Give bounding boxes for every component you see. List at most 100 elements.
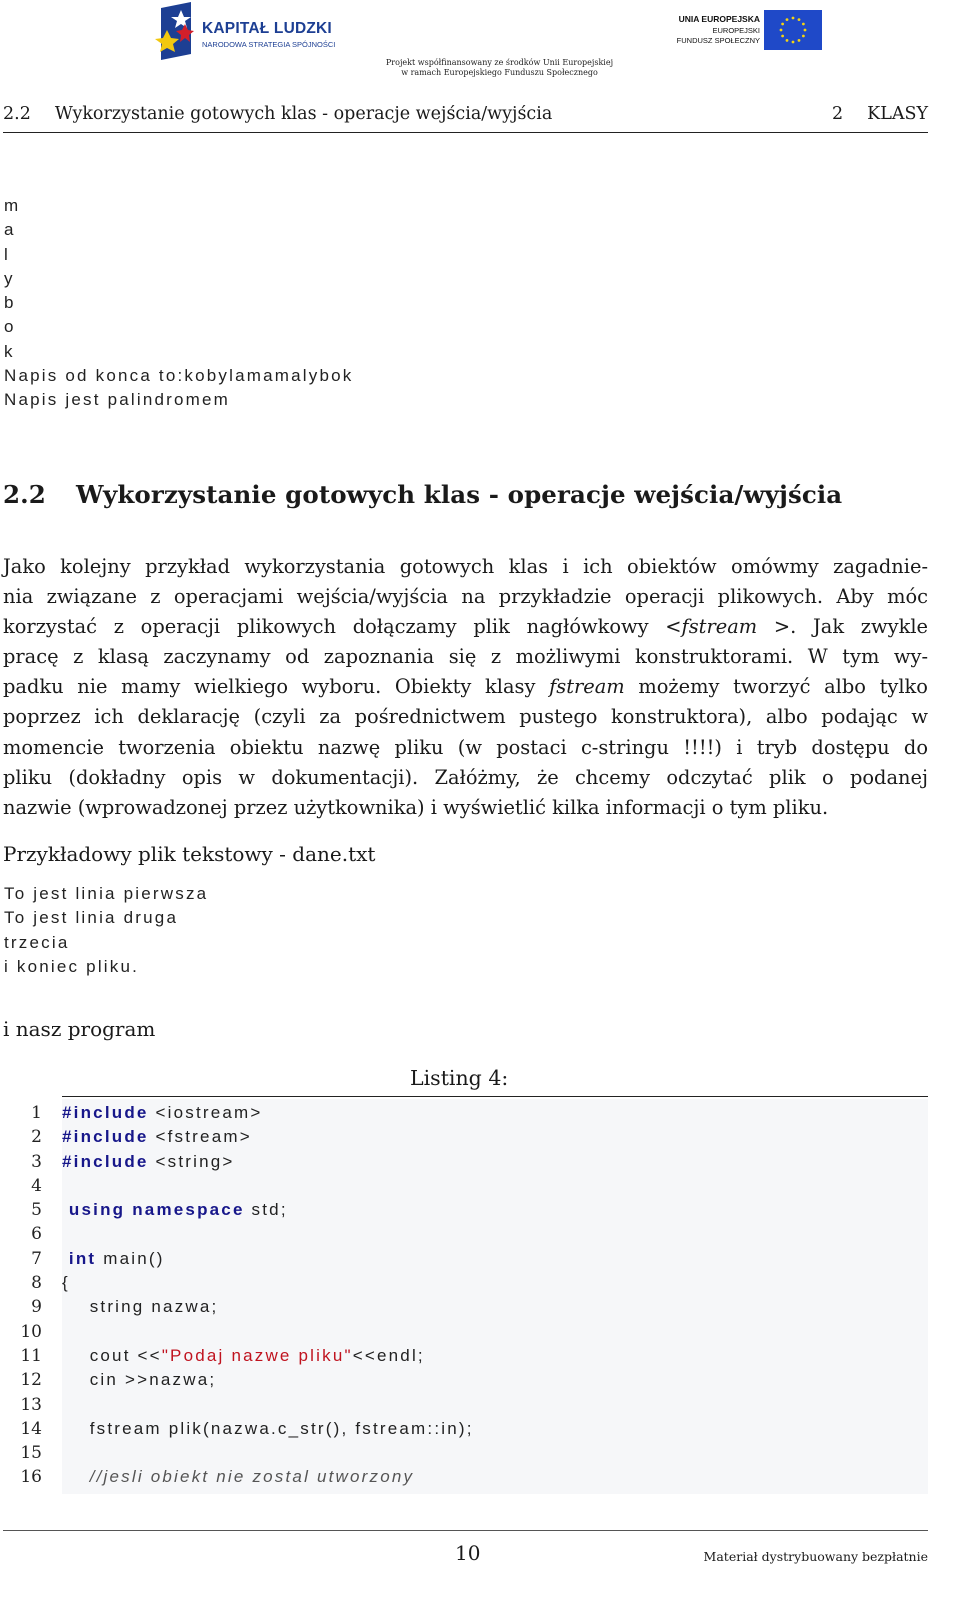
code-keyword: #include <box>62 1103 149 1122</box>
eu-star-icon <box>791 16 795 20</box>
running-header-section-number: 2.2 <box>3 104 31 124</box>
code-text: cin >>nazwa; <box>62 1368 216 1392</box>
line-number: 8 <box>31 1273 42 1294</box>
code-text: #include <fstream> <box>62 1125 252 1149</box>
eu-star-icon <box>803 28 807 32</box>
code-token: std; <box>244 1200 288 1220</box>
footer-rule <box>3 1530 928 1532</box>
cofinancing-note: Projekt współfinansowany ze środków Unii… <box>372 58 627 78</box>
code-line: 1 #include <iostream> <box>0 1101 930 1125</box>
code-string: "Podaj nazwe pliku" <box>161 1345 353 1365</box>
line-number: 16 <box>20 1467 42 1488</box>
kapital-ludzki-subtitle: NARODOWA STRATEGIA SPÓJNOŚCI <box>202 40 336 49</box>
line-number: 9 <box>31 1297 42 1318</box>
code-text: string nazwa; <box>62 1295 218 1319</box>
cofinancing-line: Projekt współfinansowany ze środków Unii… <box>385 58 614 67</box>
footer-note: Materiał dystrybuowany bezpłatnie <box>703 1549 928 1564</box>
code-line: 10 <box>0 1320 930 1344</box>
kapital-ludzki-title: KAPITAŁ LUDZKI <box>202 20 332 37</box>
eu-star-icon <box>785 38 789 42</box>
paragraph-line: pliku (dokładny opis w dokumentacji). Za… <box>3 765 928 789</box>
paragraph-line: pracę z klasą zaczynamy od zapoznania si… <box>3 645 928 669</box>
listing-top-rule <box>62 1096 928 1098</box>
paragraph-line: nazwie (wprowadzonej przez użytkownika) … <box>3 795 829 819</box>
eu-logo-line2: EUROPEJSKI <box>712 26 760 35</box>
eu-star-icon <box>781 34 785 38</box>
code-line: 8{ <box>0 1271 930 1295</box>
output-line: y <box>4 268 15 288</box>
line-number: 3 <box>31 1151 42 1172</box>
kapital-ludzki-logo: KAPITAŁ LUDZKI NARODOWA STRATEGIA SPÓJNO… <box>155 2 360 62</box>
eu-flag-icon <box>764 10 822 50</box>
code-token: { <box>62 1273 70 1293</box>
listing-caption: Listing 4: <box>410 1066 509 1090</box>
line-number: 15 <box>20 1443 42 1464</box>
section-heading: 2.2 Wykorzystanie gotowych klas - operacj… <box>3 480 842 509</box>
code-line: 6 <box>0 1222 930 1246</box>
running-header-chapter-number: 2 <box>831 104 844 124</box>
paragraph-line: poprzez ich deklarację (czyli za pośredn… <box>3 705 928 729</box>
code-line: 2 #include <fstream> <box>0 1125 930 1149</box>
sample-file-line: To jest linia druga <box>4 908 179 928</box>
code-line: 14 fstream plik(nazwa.c_str(), fstream::… <box>0 1417 930 1441</box>
class-name-emphasis: fstream <box>549 675 625 699</box>
sample-file-content: To jest linia pierwsza To jest linia drug… <box>4 882 208 979</box>
code-token: string nazwa; <box>62 1297 219 1317</box>
code-keyword: namespace <box>132 1200 245 1220</box>
eu-star-icon <box>781 22 785 26</box>
line-number: 10 <box>20 1321 42 1342</box>
code-token: <<endl; <box>352 1345 425 1365</box>
code-token: main() <box>96 1248 165 1268</box>
code-token: cin >>nazwa; <box>62 1370 217 1390</box>
eu-star-icon <box>797 18 801 22</box>
code-text: { <box>62 1271 70 1295</box>
code-comment: //jesli obiekt nie zostal utworzony <box>62 1467 415 1487</box>
code-text: int main() <box>62 1247 165 1271</box>
code-line: 4 <box>0 1174 930 1198</box>
output-line: k <box>4 341 15 361</box>
sample-file-line: trzecia <box>4 932 70 952</box>
code-line: 5 using namespace std; <box>0 1198 930 1222</box>
eu-logo: UNIA EUROPEJSKA EUROPEJSKI FUNDUSZ SPOŁE… <box>660 10 850 50</box>
output-line: b <box>4 293 16 313</box>
page-number: 10 <box>455 1541 481 1565</box>
code-listing: 1 #include <iostream> 2 #include <fstream> 3… <box>0 1101 930 1490</box>
running-header-chapter-title: KLASY <box>867 104 928 124</box>
code-token: <fstream> <box>148 1127 252 1147</box>
eu-star-icon <box>801 34 805 38</box>
code-token: <iostream> <box>148 1103 263 1122</box>
sample-file-label: Przykładowy plik tekstowy - dane.txt <box>3 842 376 866</box>
code-text: using namespace std; <box>62 1198 288 1222</box>
code-token: fstream plik(nazwa.c_str(), fstream::in)… <box>62 1418 474 1438</box>
header-rule <box>3 132 928 134</box>
code-text: cout <<"Podaj nazwe pliku"<<endl; <box>62 1344 425 1368</box>
output-line: Napis jest palindromem <box>4 390 231 410</box>
line-number: 1 <box>31 1103 42 1123</box>
eu-logo-line1: UNIA EUROPEJSKA <box>678 14 760 24</box>
output-line: a <box>4 220 16 240</box>
paragraph-line: korzystać z operacji plikowych dołączamy… <box>3 615 928 639</box>
section-number: 2.2 <box>3 480 46 509</box>
code-line: 3 #include <string> <box>0 1150 930 1174</box>
body-paragraph: Jako kolejny przykład wykorzystania goto… <box>3 552 928 823</box>
output-line: l <box>4 244 10 264</box>
sample-file-line: i koniec pliku. <box>4 956 140 976</box>
section-title: Wykorzystanie gotowych klas - operacje w… <box>75 480 843 509</box>
line-number: 13 <box>20 1394 42 1415</box>
line-number: 2 <box>31 1127 42 1148</box>
eu-star-icon <box>791 40 795 44</box>
kapital-ludzki-emblem-icon <box>155 2 194 60</box>
eu-logo-line3: FUNDUSZ SPOŁECZNY <box>676 36 760 45</box>
running-header-chapter: 2 KLASY <box>832 104 928 124</box>
program-label: i nasz program <box>3 1017 156 1041</box>
running-header-section-title: Wykorzystanie gotowych klas - operacje w… <box>54 104 553 124</box>
line-number: 11 <box>20 1345 42 1366</box>
eu-star-icon <box>801 22 805 26</box>
code-line: 15 <box>0 1441 930 1465</box>
output-line: Napis od konca to:kobylamamalybok <box>4 366 354 386</box>
paragraph-line: padku nie mamy wielkiego wyboru. Obiekty… <box>3 675 928 699</box>
cofinancing-line: w ramach Europejskiego Funduszu Społeczn… <box>401 68 598 77</box>
code-token: <string> <box>148 1151 235 1171</box>
code-text: #include <iostream> <box>62 1101 263 1125</box>
eu-star-icon <box>785 18 789 22</box>
